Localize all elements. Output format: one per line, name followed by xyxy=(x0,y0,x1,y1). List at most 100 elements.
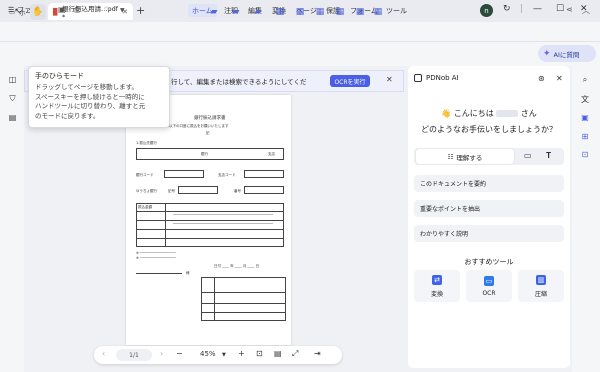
underline-icon[interactable]: ▰ xyxy=(230,6,242,18)
zoom-in-icon[interactable]: + xyxy=(238,349,245,358)
scan-icon[interactable]: ⊡ xyxy=(579,148,591,160)
wave-icon: 👋 xyxy=(441,109,452,118)
ai-panel-close-icon[interactable]: ✕ xyxy=(556,74,563,83)
doc-label-amount: 振込金額 xyxy=(138,205,152,209)
minimize-icon[interactable]: — xyxy=(533,4,542,14)
tool-compress[interactable]: ▥ 圧縮 xyxy=(518,270,564,302)
doc-label-yucho: ゆうちょ銀行 xyxy=(136,189,157,193)
greeting-suffix: さん xyxy=(520,109,537,118)
doc-label-branch-code: 支店コード xyxy=(218,173,236,177)
tool-ocr[interactable]: ▭ OCR xyxy=(466,270,512,302)
fit-page-icon[interactable]: ⊡ xyxy=(256,349,263,358)
doc-label-symbol: 記号 xyxy=(168,189,175,193)
pdnob-logo-icon xyxy=(414,74,422,82)
suggestion-explain[interactable]: わかりやすく説明 xyxy=(414,225,564,242)
tool-compress-label: 圧縮 xyxy=(534,290,547,298)
share-icon[interactable]: ⋖ xyxy=(566,5,573,14)
ai-panel-header: PDNob AI xyxy=(414,74,459,82)
divider: | xyxy=(520,4,524,14)
bookmark-icon[interactable]: ⛉ xyxy=(7,93,18,104)
understand-icon: ☷ xyxy=(447,152,454,161)
redo-icon[interactable]: ↷ xyxy=(104,5,111,14)
amount-table xyxy=(136,203,284,247)
ai-question: どのようなお手伝いをしましょうか？ xyxy=(421,125,557,134)
chevron-down-icon[interactable]: ▼ xyxy=(120,7,125,14)
toolbar xyxy=(0,42,600,66)
user-name-placeholder xyxy=(496,110,519,117)
print-icon[interactable]: ⎙ xyxy=(74,5,80,15)
recipient-line xyxy=(136,273,182,274)
link-icon[interactable]: ▦ xyxy=(354,6,366,18)
doc-section-bank: 1.振込先銀行 xyxy=(136,141,157,145)
doc-title: 銀行振込請求書 xyxy=(194,116,226,121)
write-mode-icon[interactable]: 𝐓 xyxy=(546,151,551,161)
tooltip-line: ハンドツールに切り替わり、離すと元 xyxy=(35,102,146,110)
ai-greeting: 👋 こんにちは さん xyxy=(414,108,564,119)
suggestion-summarize[interactable]: このドキュメントを要約 xyxy=(414,175,564,192)
tool-convert[interactable]: ⇄ 変換 xyxy=(414,270,460,302)
callout-icon[interactable]: ▦ xyxy=(314,6,326,18)
doc-label-bank: 銀行 xyxy=(201,152,208,156)
page-number-field[interactable]: 1/1 xyxy=(116,349,152,361)
doc-label-branch: 支店 xyxy=(268,152,275,156)
exit-icon[interactable]: ⇥ xyxy=(314,349,321,358)
undo-icon[interactable]: ↶ xyxy=(90,5,97,14)
avatar[interactable]: n xyxy=(480,4,493,17)
zoom-out-icon[interactable]: − xyxy=(176,349,183,358)
number-box xyxy=(244,186,284,194)
chat-mode-icon[interactable]: ▭ xyxy=(524,151,532,160)
ai-settings-icon[interactable]: ⊛ xyxy=(538,74,545,83)
bank-name-box xyxy=(136,148,284,160)
single-page-icon[interactable]: ▤ xyxy=(274,349,282,358)
run-ocr-button[interactable]: OCRを実行 xyxy=(330,75,370,87)
ai-panel-toggle-icon[interactable]: ▣ xyxy=(579,111,591,123)
prev-page-icon[interactable]: ‹ xyxy=(102,349,105,358)
note-icon[interactable]: ▦ xyxy=(274,6,286,18)
ai-writer-icon[interactable]: ⊞ xyxy=(579,130,591,142)
fullscreen-icon[interactable]: ⤢ xyxy=(292,349,298,359)
highlight-icon[interactable]: ▰ xyxy=(208,6,220,18)
hand-mode-tooltip: 手のひらモード ドラッグしてページを移動します。 スペースキーを押し続けると一時… xyxy=(28,66,170,128)
suggestion-extract-points[interactable]: 重要なポイントを抽出 xyxy=(414,200,564,217)
branch-code-box xyxy=(244,170,284,178)
doc-label-date: 日付 xyxy=(214,264,221,268)
pdf-page[interactable]: 銀行振込請求書 この請求書は以下の口座に振込をお願いいたします 記 1.振込先銀… xyxy=(126,95,291,345)
mode-understand[interactable]: ☷ 理解する xyxy=(416,149,514,164)
tool-ocr-label: OCR xyxy=(482,289,496,297)
thumbnail-panel-icon[interactable]: ◫ xyxy=(7,74,18,85)
image-insert-icon[interactable]: ▦ xyxy=(334,6,346,18)
new-tab-icon[interactable]: + xyxy=(136,4,145,17)
doc-label-sama: 様 xyxy=(186,271,190,275)
ask-ai-button[interactable]: ✦ AIに質問 xyxy=(538,45,596,62)
menu-tools[interactable]: ツール xyxy=(382,4,411,17)
symbol-box xyxy=(178,186,218,194)
page-navigation-bar: ‹ 1/1 › − 45% ▼ + ⊡ ▤ ⤢ ⇥ xyxy=(94,346,342,364)
comment-icon[interactable]: ▤ xyxy=(7,112,18,123)
ask-ai-label: AIに質問 xyxy=(553,50,580,59)
translate-icon[interactable]: 文 xyxy=(579,93,591,105)
strikethrough-icon[interactable]: ▰ xyxy=(252,6,264,18)
maximize-icon[interactable]: ☐ xyxy=(556,4,564,14)
save-icon[interactable]: ▣ xyxy=(58,5,66,14)
ai-spark-icon: ✦ xyxy=(543,48,551,59)
tooltip-line: ドラッグしてページを移動します。 xyxy=(35,83,139,91)
menu-bar xyxy=(0,22,600,42)
compress-icon: ▥ xyxy=(536,274,546,285)
recommended-tools-title: おすすめツール xyxy=(464,258,514,266)
expand-up-icon[interactable]: ︿ xyxy=(582,5,590,16)
ocr-banner-close-icon[interactable]: ✕ xyxy=(386,75,393,84)
tooltip-title: 手のひらモード xyxy=(35,72,84,80)
doc-label-bank-code: 銀行コード xyxy=(136,173,154,177)
sync-icon[interactable]: ↻ xyxy=(503,4,511,14)
stamp-icon[interactable]: ▦ xyxy=(372,6,384,18)
search-icon[interactable]: ⌕ xyxy=(579,74,591,86)
mode-label: 理解する xyxy=(456,153,483,162)
zoom-dropdown-icon[interactable]: ▼ xyxy=(222,352,226,358)
text-box-icon[interactable]: ▦ xyxy=(294,6,306,18)
greeting-text: こんにちは xyxy=(453,109,494,118)
bank-code-box xyxy=(164,170,204,178)
hand-tool-icon[interactable]: ✋ xyxy=(30,4,46,20)
next-page-icon[interactable]: › xyxy=(160,349,163,358)
zoom-level[interactable]: 45% xyxy=(200,350,216,358)
select-tool-icon[interactable]: ↖ xyxy=(10,4,26,20)
